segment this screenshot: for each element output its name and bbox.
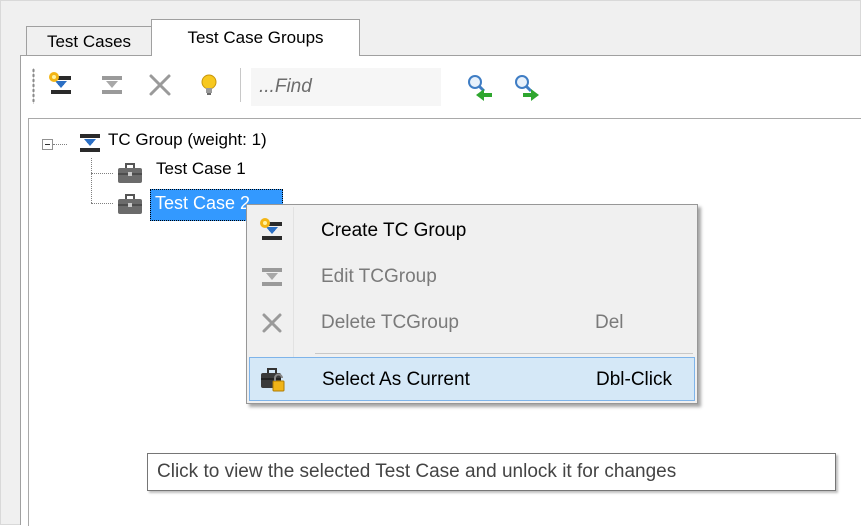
tooltip: Click to view the selected Test Case and… [147,453,836,491]
create-group-icon[interactable] [46,70,76,100]
tree-node-test-case-1[interactable]: Test Case 1 [156,159,246,179]
delete-icon [257,308,287,338]
menu-item-label: Delete TCGroup [321,312,459,333]
find-previous-icon[interactable] [465,72,495,102]
create-group-icon [257,216,287,246]
tree-connector [53,144,67,145]
find-next-icon[interactable] [512,72,542,102]
tree-connector [91,158,92,203]
menu-item-create-tc-group[interactable]: Create TC Group [249,209,695,253]
menu-item-shortcut: Del [595,312,624,333]
tc-group-icon [74,128,106,158]
tree-connector [91,203,113,204]
briefcase-icon [115,158,145,188]
menu-item-edit-tcgroup[interactable]: Edit TCGroup [249,255,695,299]
briefcase-icon [115,189,145,219]
find-input[interactable]: ...Find [251,68,441,106]
edit-group-icon [257,262,287,292]
menu-item-shortcut: Dbl-Click [596,369,672,390]
tree-connector [91,173,113,174]
menu-item-delete-tcgroup[interactable]: Delete TCGroup Del [249,301,695,345]
menu-item-label: Select As Current [322,369,470,390]
menu-item-label: Edit TCGroup [321,266,437,287]
tab-test-cases[interactable]: Test Cases [26,26,152,56]
select-current-icon [258,365,288,395]
menu-separator [315,353,693,354]
tab-test-case-groups[interactable]: Test Case Groups [151,19,360,56]
menu-item-label: Create TC Group [321,220,467,241]
delete-icon[interactable] [145,70,175,100]
toolbar-grip[interactable] [32,68,35,104]
lightbulb-icon[interactable] [194,70,224,100]
toolbar-separator [240,68,241,102]
collapse-toggle[interactable] [42,139,53,150]
edit-group-icon[interactable] [97,70,127,100]
context-menu: Create TC Group Edit TCGroup Delete TCGr… [246,204,698,404]
tree-node-tc-group[interactable]: TC Group (weight: 1) [108,130,267,150]
menu-item-select-as-current[interactable]: Select As Current Dbl-Click [249,357,695,401]
